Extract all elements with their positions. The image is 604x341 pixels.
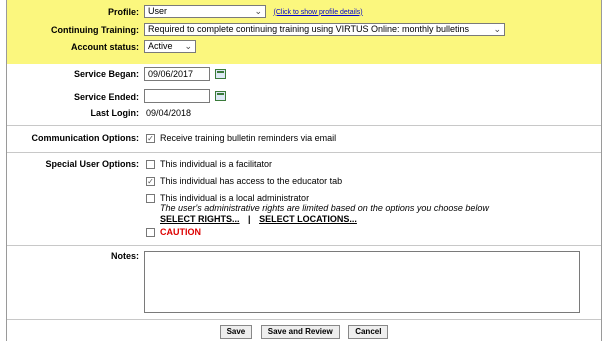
caution-label: CAUTION	[160, 227, 201, 237]
admin-links: SELECT RIGHTS... | SELECT LOCATIONS...	[160, 214, 357, 224]
caution-checkbox[interactable]	[146, 228, 155, 238]
divider	[7, 319, 601, 320]
account-status-label: Account status:	[70, 42, 139, 52]
facilitator-label: This individual is a facilitator	[160, 159, 273, 169]
cancel-button[interactable]: Cancel	[348, 325, 389, 339]
educator-label: This individual has access to the educat…	[160, 176, 343, 186]
service-ended-label: Service Ended:	[73, 92, 139, 102]
calendar-icon[interactable]	[214, 91, 226, 101]
email-reminder-checkbox[interactable]: ✓	[146, 134, 155, 144]
select-rights-link[interactable]: SELECT RIGHTS...	[160, 214, 240, 224]
select-locations-link[interactable]: SELECT LOCATIONS...	[259, 214, 357, 224]
service-ended-input[interactable]	[144, 89, 210, 103]
chevron-down-icon: ⌄	[254, 6, 262, 16]
service-began-row: Service Began: 09/06/2017	[7, 67, 601, 82]
facilitator-checkbox[interactable]	[146, 160, 155, 170]
profile-select[interactable]: User ⌄	[144, 5, 266, 18]
continuing-training-label: Continuing Training:	[51, 25, 139, 35]
communication-label: Communication Options:	[31, 133, 140, 143]
divider	[7, 125, 601, 126]
divider	[7, 152, 601, 153]
continuing-training-select[interactable]: Required to complete continuing training…	[144, 23, 505, 36]
account-status-value: Active	[148, 41, 173, 51]
service-began-input[interactable]: 09/06/2017	[144, 67, 210, 81]
local-admin-label: This individual is a local administrator	[160, 193, 310, 203]
special-options-label: Special User Options:	[45, 159, 139, 169]
profile-value: User	[148, 6, 168, 16]
divider	[7, 245, 601, 246]
local-admin-option: This individual is a local administrator	[146, 193, 310, 204]
admin-note: The user's administrative rights are lim…	[160, 203, 489, 213]
educator-option: ✓ This individual has access to the educa…	[146, 176, 343, 187]
user-edit-form: Profile: User ⌄ (Click to show profile d…	[6, 0, 602, 341]
service-began-label: Service Began:	[73, 69, 139, 79]
continuing-training-row: Continuing Training: Required to complet…	[7, 23, 601, 37]
save-button[interactable]: Save	[219, 325, 253, 339]
button-bar: Save Save and Review Cancel	[7, 325, 601, 339]
notes-row: Notes:	[7, 251, 601, 315]
chevron-down-icon: ⌄	[184, 41, 192, 51]
last-login-row: Last Login: 09/04/2018	[7, 108, 601, 120]
profile-label: Profile:	[107, 7, 139, 17]
email-reminder-label: Receive training bulletin reminders via …	[160, 133, 337, 143]
caution-option: CAUTION	[146, 227, 201, 238]
facilitator-option: This individual is a facilitator	[146, 159, 273, 170]
profile-row: Profile: User ⌄ (Click to show profile d…	[7, 5, 601, 19]
account-status-row: Account status: Active ⌄	[7, 40, 601, 54]
profile-details-link[interactable]: (Click to show profile details)	[274, 9, 363, 16]
service-ended-row: Service Ended:	[7, 89, 601, 104]
communication-row: Communication Options: ✓ Receive training…	[7, 132, 601, 146]
save-and-review-button[interactable]: Save and Review	[260, 325, 340, 339]
notes-label: Notes:	[110, 251, 139, 261]
chevron-down-icon: ⌄	[493, 24, 501, 34]
calendar-icon[interactable]	[214, 69, 226, 79]
last-login-label: Last Login:	[90, 108, 140, 118]
last-login-value: 09/04/2018	[146, 108, 192, 118]
account-status-select[interactable]: Active ⌄	[144, 40, 196, 53]
educator-checkbox[interactable]: ✓	[146, 177, 155, 187]
notes-textarea[interactable]	[144, 251, 580, 313]
continuing-training-value: Required to complete continuing training…	[148, 24, 470, 34]
local-admin-checkbox[interactable]	[146, 194, 155, 204]
links-divider: |	[248, 214, 251, 224]
special-options-row: Special User Options: This individual is…	[7, 159, 601, 249]
